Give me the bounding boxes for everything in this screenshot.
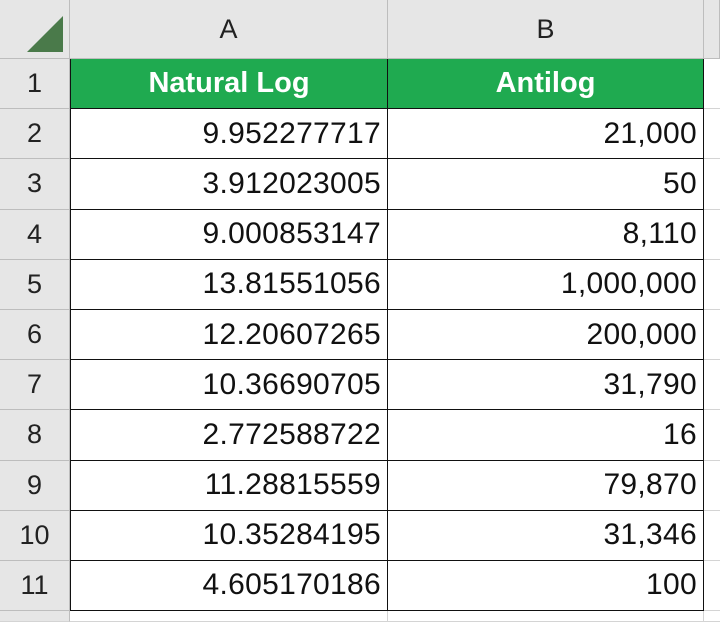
row-header[interactable]: 1: [0, 59, 70, 110]
empty-cell[interactable]: [704, 309, 720, 361]
antilog-cell[interactable]: 16: [388, 410, 704, 461]
empty-cell[interactable]: [704, 59, 720, 110]
row-header[interactable]: 7: [0, 360, 70, 411]
empty-cell[interactable]: [704, 460, 720, 511]
antilog-cell[interactable]: 100: [388, 560, 704, 612]
cell-b1-header[interactable]: Antilog: [388, 59, 704, 110]
row-header[interactable]: 5: [0, 259, 70, 310]
antilog-cell[interactable]: 50: [388, 159, 704, 210]
select-all-triangle-icon: [27, 16, 63, 52]
empty-cell[interactable]: [704, 209, 720, 260]
empty-cell[interactable]: [70, 611, 388, 622]
antilog-cell[interactable]: 21,000: [388, 109, 704, 160]
natural-log-cell[interactable]: 11.28815559: [70, 460, 388, 511]
row-header[interactable]: 8: [0, 410, 70, 461]
natural-log-cell[interactable]: 4.605170186: [70, 560, 388, 612]
antilog-cell[interactable]: 8,110: [388, 209, 704, 260]
column-header-next[interactable]: [704, 0, 720, 59]
empty-cell[interactable]: [704, 510, 720, 561]
antilog-cell[interactable]: 31,790: [388, 360, 704, 411]
row-header[interactable]: 11: [0, 560, 70, 612]
row-header[interactable]: 4: [0, 209, 70, 260]
empty-cell[interactable]: [704, 360, 720, 411]
empty-cell[interactable]: [704, 410, 720, 461]
natural-log-cell[interactable]: 9.000853147: [70, 209, 388, 260]
row-header-next[interactable]: [0, 611, 70, 622]
empty-cell[interactable]: [704, 109, 720, 160]
empty-cell[interactable]: [704, 159, 720, 210]
empty-cell[interactable]: [388, 611, 704, 622]
row-header[interactable]: 10: [0, 510, 70, 561]
row-header[interactable]: 2: [0, 109, 70, 160]
natural-log-cell[interactable]: 12.20607265: [70, 309, 388, 361]
empty-cell[interactable]: [704, 259, 720, 310]
empty-cell[interactable]: [704, 560, 720, 612]
natural-log-cell[interactable]: 9.952277717: [70, 109, 388, 160]
natural-log-cell[interactable]: 3.912023005: [70, 159, 388, 210]
natural-log-cell[interactable]: 2.772588722: [70, 410, 388, 461]
empty-cell[interactable]: [704, 611, 720, 622]
column-header-b[interactable]: B: [388, 0, 704, 59]
antilog-cell[interactable]: 79,870: [388, 460, 704, 511]
row-header[interactable]: 9: [0, 460, 70, 511]
antilog-cell[interactable]: 1,000,000: [388, 259, 704, 310]
spreadsheet-grid: A B 1 Natural Log Antilog 2 9.952277717 …: [0, 0, 720, 622]
column-header-a[interactable]: A: [70, 0, 388, 59]
antilog-cell[interactable]: 200,000: [388, 309, 704, 361]
row-header[interactable]: 3: [0, 159, 70, 210]
row-header[interactable]: 6: [0, 309, 70, 361]
natural-log-cell[interactable]: 13.81551056: [70, 259, 388, 310]
natural-log-cell[interactable]: 10.36690705: [70, 360, 388, 411]
cell-a1-header[interactable]: Natural Log: [70, 59, 388, 110]
select-all-button[interactable]: [0, 0, 70, 59]
natural-log-cell[interactable]: 10.35284195: [70, 510, 388, 561]
antilog-cell[interactable]: 31,346: [388, 510, 704, 561]
